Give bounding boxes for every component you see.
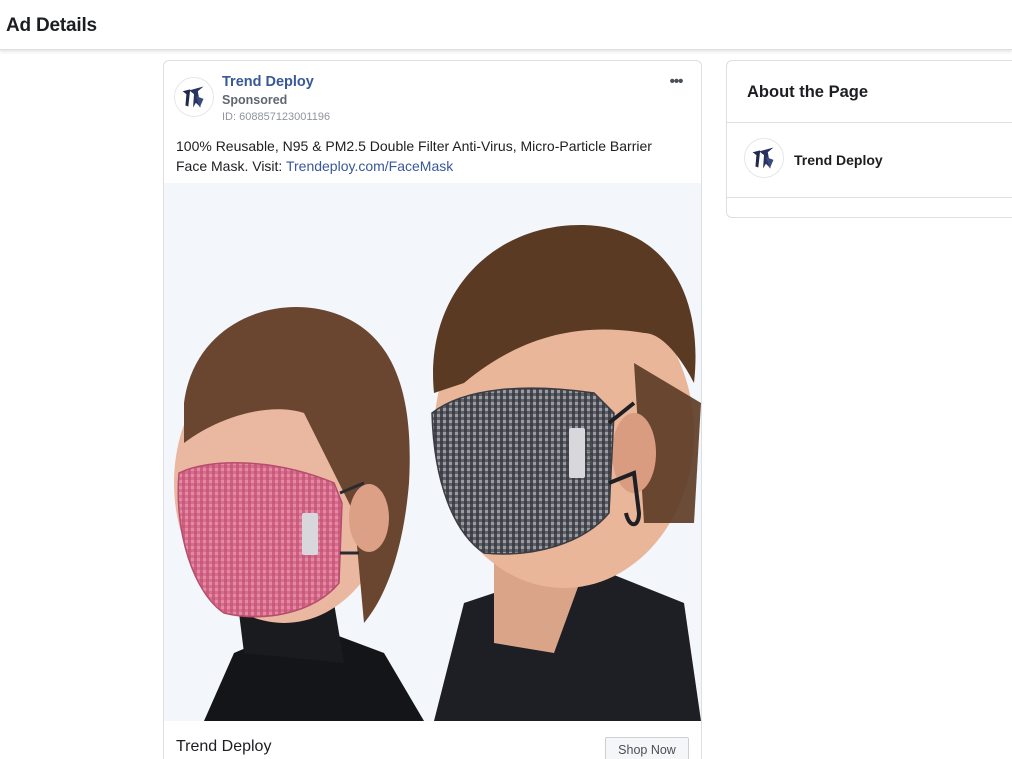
ad-header: Trend Deploy Sponsored ID: 6088571230011… (164, 61, 701, 131)
ad-footer: Trend Deploy Shop Now (164, 721, 701, 759)
mask-label-right: PM 2.5 (585, 442, 592, 464)
page-avatar[interactable] (174, 77, 214, 117)
sponsored-label: Sponsored (222, 93, 288, 107)
about-page-card: About the Page Trend Deploy (726, 60, 1012, 218)
top-bar: Ad Details (0, 0, 1012, 50)
page-name-link[interactable]: Trend Deploy (222, 74, 314, 90)
about-title: About the Page (747, 83, 869, 101)
ad-image[interactable]: PM 2.5 (164, 183, 701, 721)
ad-link[interactable]: Trendeploy.com/FaceMask (286, 158, 453, 174)
about-page-name-link[interactable]: Trend Deploy (794, 152, 883, 168)
ad-card: Trend Deploy Sponsored ID: 6088571230011… (163, 60, 702, 759)
ad-id: ID: 608857123001196 (222, 111, 331, 123)
page-title: Ad Details (6, 15, 97, 36)
masked-people-illustration: PM 2.5 (164, 183, 701, 721)
ad-body-text: 100% Reusable, N95 & PM2.5 Double Filter… (176, 136, 686, 176)
more-options-icon[interactable]: ••• (663, 71, 689, 93)
shop-now-button[interactable]: Shop Now (605, 737, 689, 759)
trend-deploy-logo-icon (175, 78, 213, 116)
about-page-avatar[interactable] (744, 138, 784, 178)
divider (727, 122, 1012, 123)
divider (727, 197, 1012, 198)
footer-page-name: Trend Deploy (176, 738, 272, 755)
trend-deploy-logo-icon (745, 139, 783, 177)
